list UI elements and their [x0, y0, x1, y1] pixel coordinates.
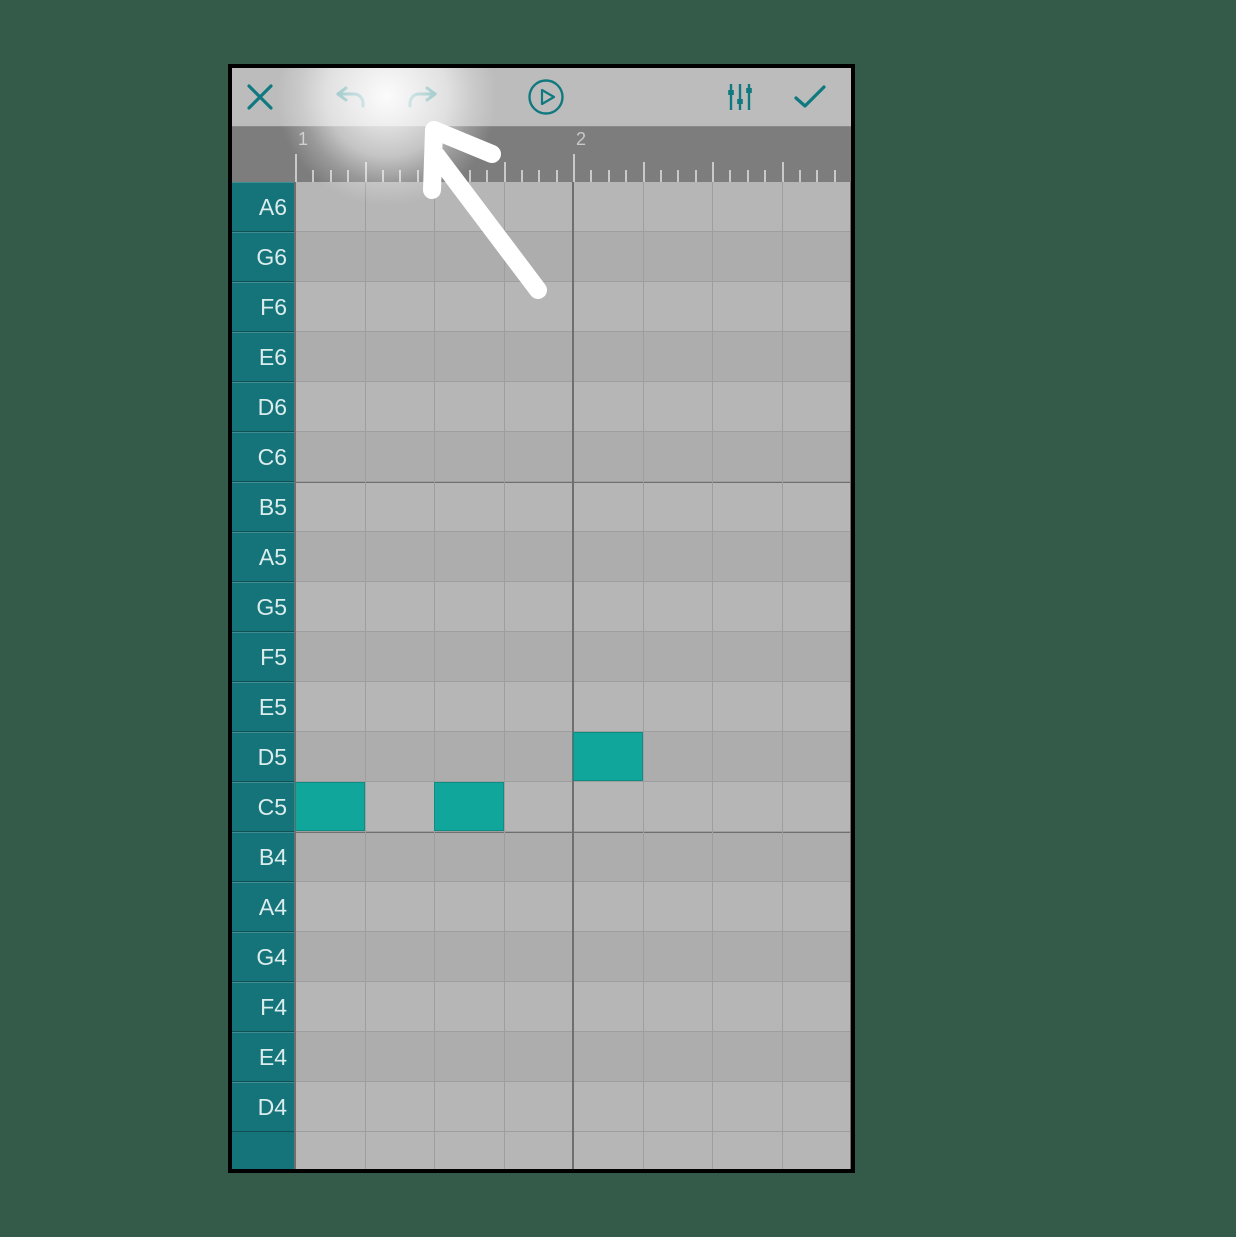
ruler-tick	[660, 170, 662, 182]
key-E5[interactable]: E5	[232, 682, 295, 732]
grid-column-line	[294, 182, 296, 1169]
ruler-tick	[347, 170, 349, 182]
toolbar	[232, 68, 851, 127]
play-button[interactable]	[518, 68, 574, 126]
key-D5[interactable]: D5	[232, 732, 295, 782]
grid-column-line	[643, 182, 644, 1169]
ruler-tick	[643, 162, 645, 182]
ruler-tick	[365, 162, 367, 182]
key-E6[interactable]: E6	[232, 332, 295, 382]
ruler-tick	[834, 170, 836, 182]
ruler-tick	[590, 170, 592, 182]
mixer-button[interactable]	[712, 68, 768, 126]
note-grid[interactable]	[295, 182, 851, 1169]
note-C5[interactable]	[434, 782, 504, 831]
key-G6[interactable]: G6	[232, 232, 295, 282]
key-B4[interactable]: B4	[232, 832, 295, 882]
ruler-tick	[434, 162, 436, 182]
play-icon	[527, 78, 565, 116]
redo-icon	[405, 83, 439, 111]
ruler-tick	[469, 170, 471, 182]
ruler-tick	[417, 170, 419, 182]
app-frame: 122 A6G6F6E6D6C6B5A5G5F5E5D5C5B4A4G4F4E4…	[230, 66, 853, 1171]
key-D6[interactable]: D6	[232, 382, 295, 432]
ruler-tick	[556, 170, 558, 182]
key-D4[interactable]: D4	[232, 1082, 295, 1132]
ruler-tick	[312, 170, 314, 182]
ruler-tick	[399, 170, 401, 182]
key-A5[interactable]: A5	[232, 532, 295, 582]
grid-column-line	[365, 182, 366, 1169]
key-A4[interactable]: A4	[232, 882, 295, 932]
confirm-button[interactable]	[782, 68, 838, 126]
ruler-tick	[295, 154, 297, 182]
ruler-tick	[695, 170, 697, 182]
close-icon	[245, 82, 275, 112]
ruler-tick	[486, 170, 488, 182]
undo-button[interactable]	[323, 68, 379, 126]
ruler-tick	[538, 170, 540, 182]
timeline-ruler[interactable]: 122	[232, 127, 851, 182]
ruler-tick	[608, 170, 610, 182]
grid-column-line	[712, 182, 713, 1169]
grid-column-line	[850, 182, 851, 1169]
stage: 122 A6G6F6E6D6C6B5A5G5F5E5D5C5B4A4G4F4E4…	[0, 0, 1236, 1237]
beat-label: 1	[298, 129, 308, 150]
piano-roll: A6G6F6E6D6C6B5A5G5F5E5D5C5B4A4G4F4E4D4	[232, 182, 851, 1169]
ruler-tick	[782, 162, 784, 182]
check-icon	[792, 82, 828, 112]
key-C6[interactable]: C6	[232, 432, 295, 482]
key-E4[interactable]: E4	[232, 1032, 295, 1082]
grid-column-line	[572, 182, 574, 1169]
ruler-tick	[330, 170, 332, 182]
key-F5[interactable]: F5	[232, 632, 295, 682]
close-button[interactable]	[232, 68, 288, 126]
ruler-tick	[764, 170, 766, 182]
ruler-tick	[504, 162, 506, 182]
ruler-tick	[677, 170, 679, 182]
note-D5[interactable]	[573, 732, 643, 781]
grid-column-line	[782, 182, 783, 1169]
app: 122 A6G6F6E6D6C6B5A5G5F5E5D5C5B4A4G4F4E4…	[232, 68, 851, 1169]
undo-icon	[334, 83, 368, 111]
key-F4[interactable]: F4	[232, 982, 295, 1032]
ruler-tick	[729, 170, 731, 182]
beat-label: 2	[576, 129, 586, 150]
ruler-tick	[799, 170, 801, 182]
redo-button[interactable]	[394, 68, 450, 126]
ruler-tick	[382, 170, 384, 182]
grid-column-line	[434, 182, 435, 1169]
ruler-tick	[451, 170, 453, 182]
ruler-tick	[712, 162, 714, 182]
ruler-tick	[816, 170, 818, 182]
note-C5[interactable]	[295, 782, 365, 831]
ruler-tick	[747, 170, 749, 182]
ruler-tick	[521, 170, 523, 182]
grid-column-line	[504, 182, 505, 1169]
key-G4[interactable]: G4	[232, 932, 295, 982]
key-B5[interactable]: B5	[232, 482, 295, 532]
key-column: A6G6F6E6D6C6B5A5G5F5E5D5C5B4A4G4F4E4D4	[232, 182, 296, 1169]
key-C5[interactable]: C5	[232, 782, 295, 832]
mixer-icon	[724, 81, 756, 113]
ruler-tick	[625, 170, 627, 182]
key-F6[interactable]: F6	[232, 282, 295, 332]
key-G5[interactable]: G5	[232, 582, 295, 632]
ruler-tick	[573, 154, 575, 182]
key-A6[interactable]: A6	[232, 182, 295, 232]
